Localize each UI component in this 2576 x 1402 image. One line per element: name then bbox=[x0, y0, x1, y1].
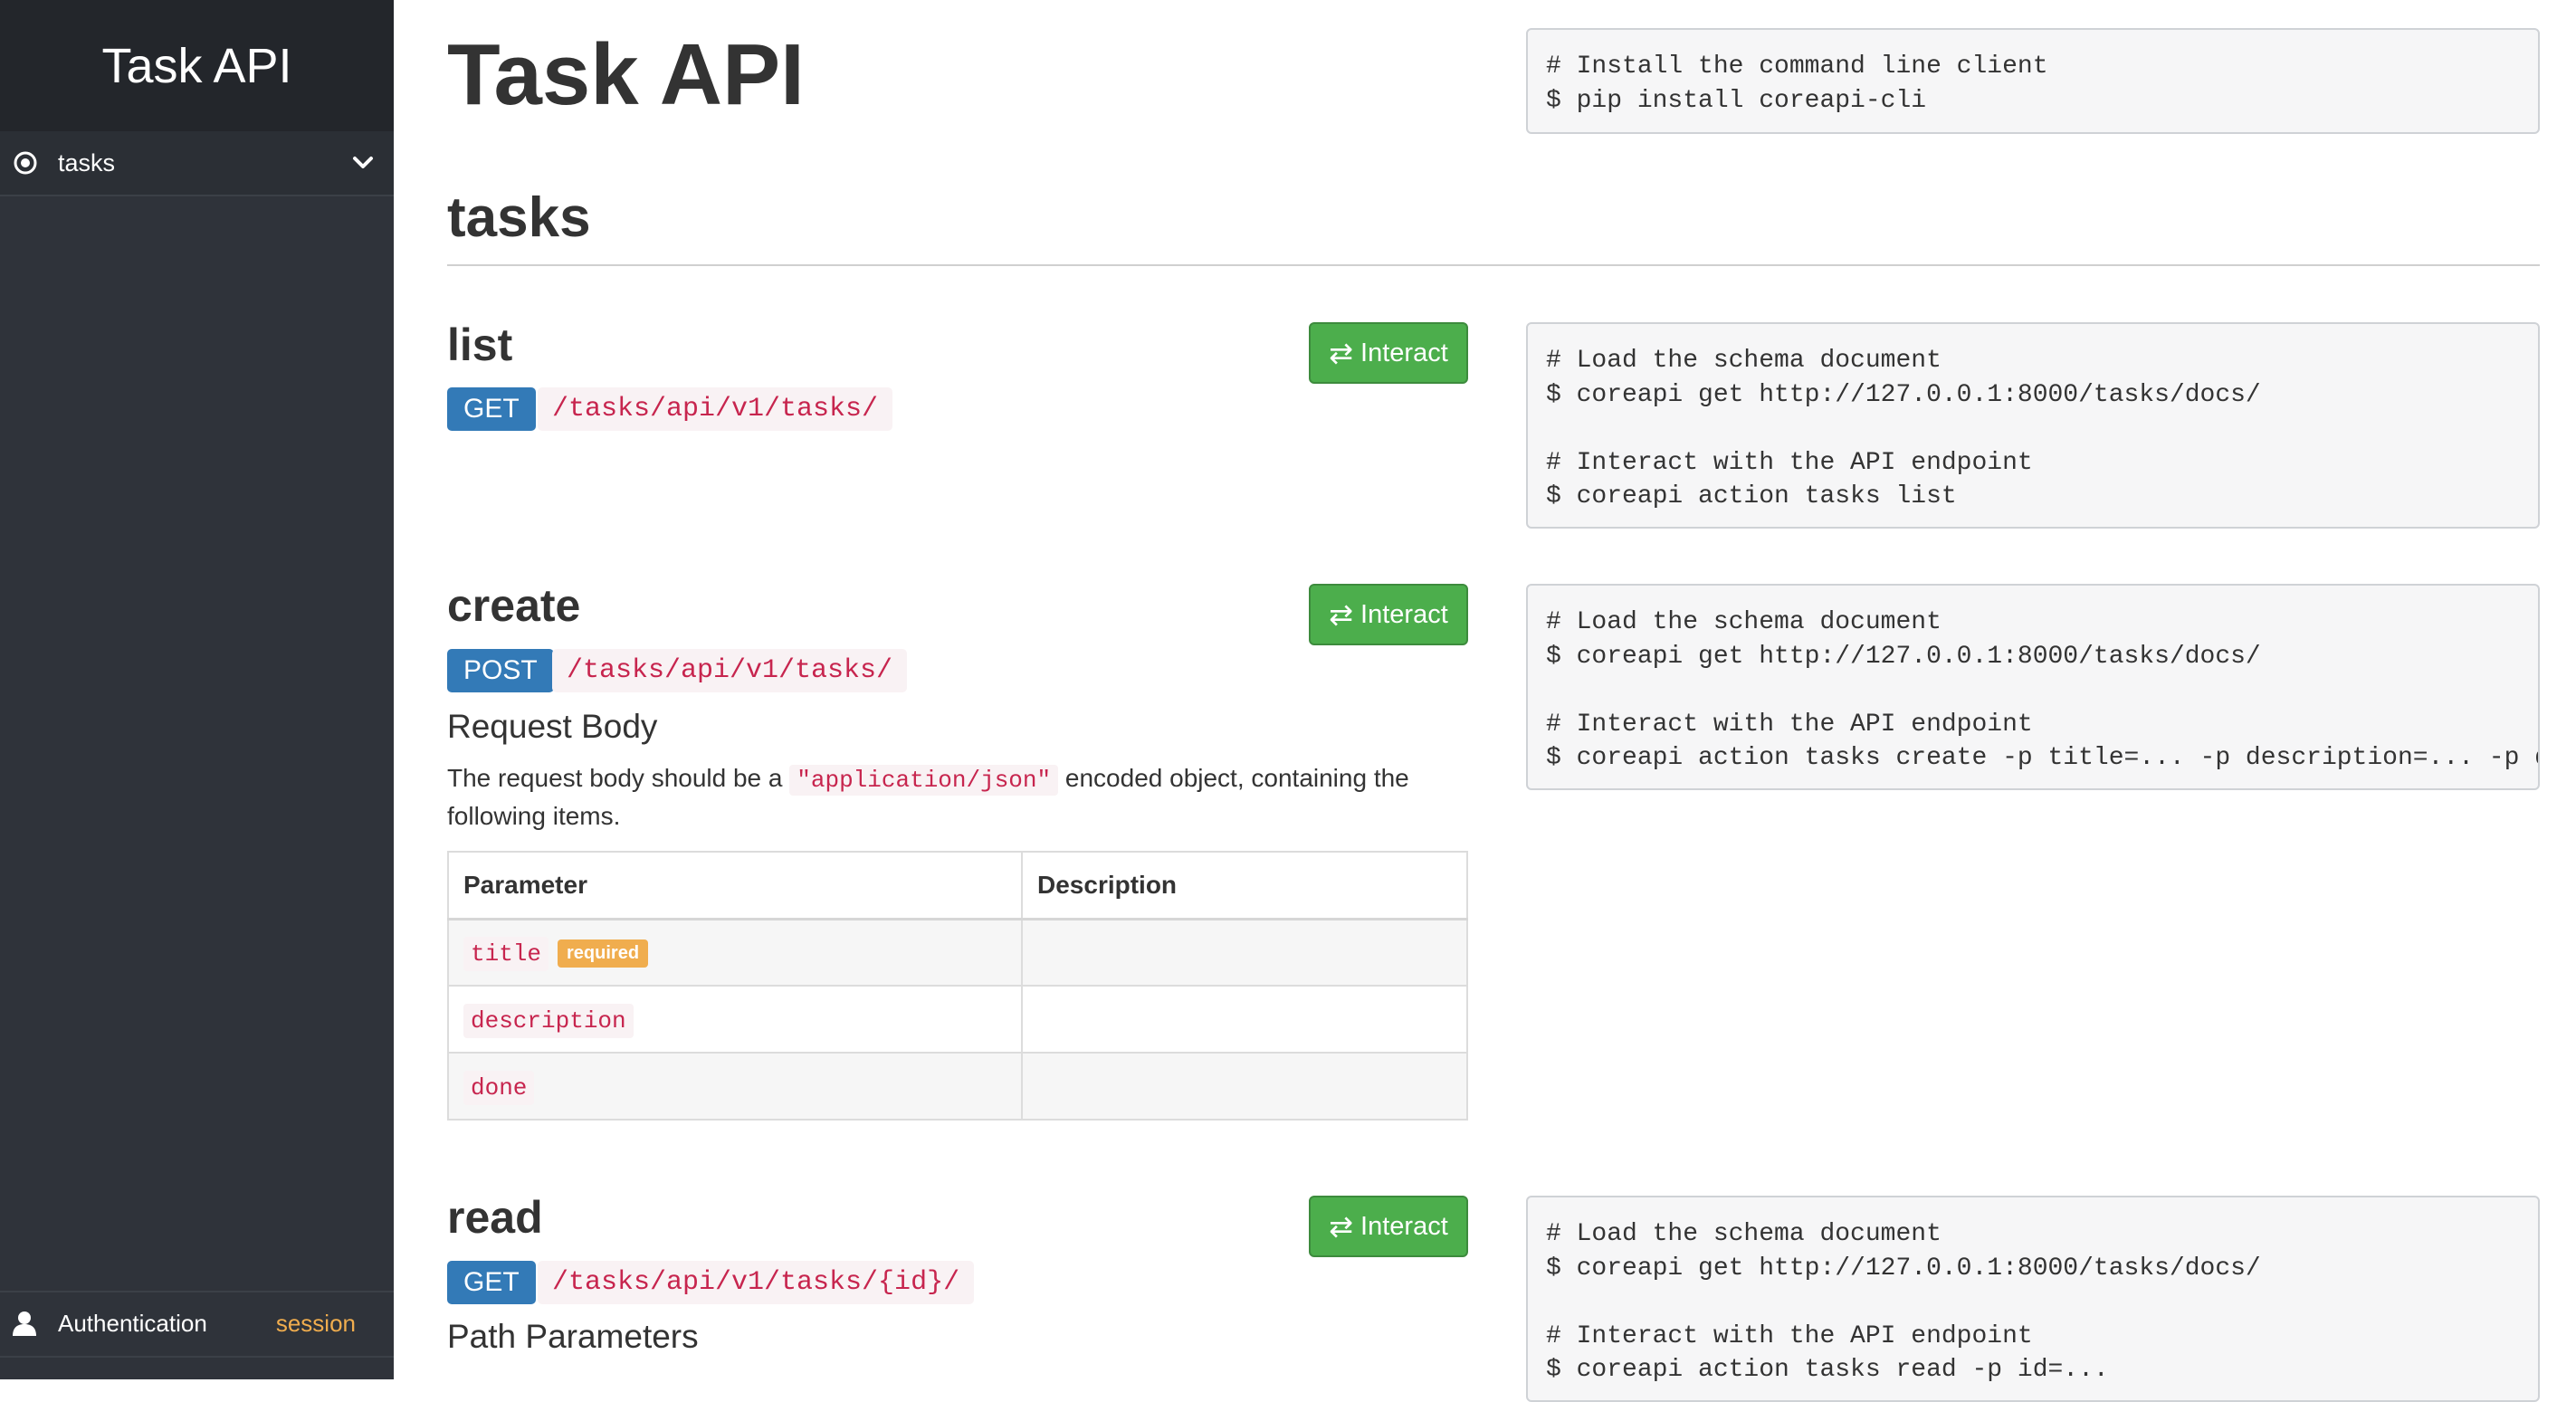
section-divider bbox=[447, 264, 2540, 266]
code-block-create: # Load the schema document $ coreapi get… bbox=[1526, 584, 2540, 790]
parameters-table: Parameter Description title required desc… bbox=[447, 851, 1468, 1121]
section-title: tasks bbox=[447, 186, 591, 249]
code-block-list: # Load the schema document $ coreapi get… bbox=[1526, 322, 2540, 529]
param-name: description bbox=[463, 1003, 634, 1038]
endpoint-title-create: create bbox=[447, 580, 581, 631]
authentication-status[interactable]: session bbox=[276, 1310, 356, 1338]
endpoint-title-read: read bbox=[447, 1192, 543, 1243]
param-name: done bbox=[463, 1070, 535, 1105]
sidebar-item-partial bbox=[0, 1356, 394, 1379]
description-cell bbox=[1021, 1052, 1468, 1121]
column-header-parameter: Parameter bbox=[447, 851, 1023, 920]
interact-button-create[interactable]: ⇄ Interact bbox=[1309, 584, 1468, 645]
swap-arrows-icon: ⇄ bbox=[1329, 1210, 1354, 1243]
endpoint-path: /tasks/api/v1/tasks/ bbox=[538, 387, 893, 431]
interact-button-list[interactable]: ⇄ Interact bbox=[1309, 322, 1468, 384]
table-row: done bbox=[447, 1052, 1468, 1121]
param-cell: description bbox=[447, 985, 1023, 1054]
authentication-item[interactable]: Authentication session bbox=[0, 1291, 394, 1354]
sidebar-item-label: tasks bbox=[58, 148, 116, 176]
sidebar-item-tasks[interactable]: tasks bbox=[0, 131, 394, 196]
param-cell: title required bbox=[447, 918, 1023, 987]
content-type-code: "application/json" bbox=[789, 765, 1059, 796]
description-cell bbox=[1021, 918, 1468, 987]
swap-arrows-icon: ⇄ bbox=[1329, 598, 1354, 631]
interact-label: Interact bbox=[1360, 338, 1448, 367]
brand-title[interactable]: Task API bbox=[0, 0, 394, 131]
interact-label: Interact bbox=[1360, 599, 1448, 629]
endpoint-path: /tasks/api/v1/tasks/{id}/ bbox=[538, 1261, 975, 1304]
authentication-label: Authentication bbox=[58, 1309, 207, 1337]
method-badge-post: POST bbox=[447, 649, 554, 692]
description-cell bbox=[1021, 985, 1468, 1054]
param-name: title bbox=[463, 936, 549, 971]
endpoint-title-list: list bbox=[447, 320, 513, 370]
description-text: The request body should be a bbox=[447, 764, 790, 792]
page-title: Task API bbox=[447, 26, 805, 123]
path-parameters-title: Path Parameters bbox=[447, 1318, 699, 1355]
table-row: title required bbox=[447, 918, 1468, 987]
request-body-description: The request body should be a "applicatio… bbox=[447, 760, 1461, 835]
target-circle-icon bbox=[14, 151, 37, 175]
chevron-down-icon[interactable] bbox=[350, 150, 376, 176]
main-content: Task API # Install the command line clie… bbox=[447, 0, 2540, 1402]
param-cell: done bbox=[447, 1052, 1023, 1121]
interact-button-read[interactable]: ⇄ Interact bbox=[1309, 1196, 1468, 1257]
method-badge-get: GET bbox=[447, 1261, 536, 1304]
method-badge-get: GET bbox=[447, 387, 536, 431]
code-block-read: # Load the schema document $ coreapi get… bbox=[1526, 1196, 2540, 1402]
table-header-row: Parameter Description bbox=[447, 851, 1468, 920]
sidebar: Task API tasks Authentication session bbox=[0, 0, 394, 1379]
interact-label: Interact bbox=[1360, 1211, 1448, 1241]
table-row: description bbox=[447, 985, 1468, 1054]
swap-arrows-icon: ⇄ bbox=[1329, 337, 1354, 369]
request-body-title: Request Body bbox=[447, 708, 658, 745]
install-code-block: # Install the command line client $ pip … bbox=[1526, 28, 2540, 134]
user-icon bbox=[13, 1311, 36, 1336]
required-badge: required bbox=[558, 939, 649, 968]
endpoint-path: /tasks/api/v1/tasks/ bbox=[552, 649, 908, 692]
column-header-description: Description bbox=[1021, 851, 1468, 920]
